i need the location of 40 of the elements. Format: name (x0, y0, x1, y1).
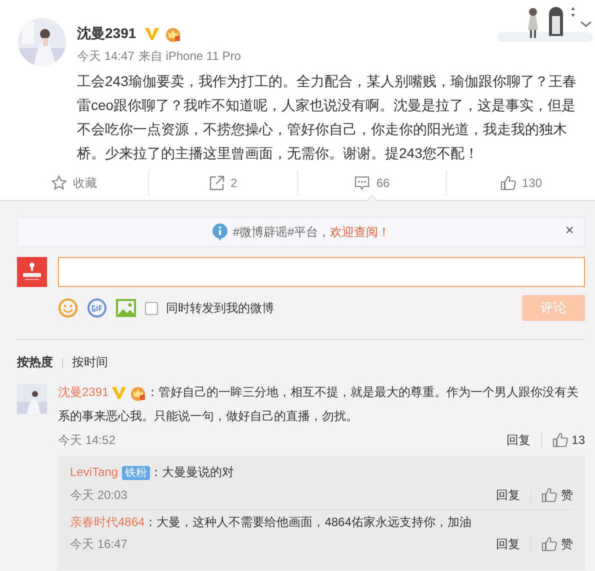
like-icon (552, 432, 568, 448)
smiley-icon (58, 298, 78, 318)
action-tab[interactable]: 66 (298, 166, 446, 200)
action-tab[interactable]: 2 (149, 166, 297, 200)
like-icon (541, 487, 557, 503)
close-button[interactable]: × (565, 222, 574, 240)
star-icon (51, 175, 67, 191)
author-name[interactable]: 沈曼2391 (77, 25, 136, 43)
user-avatar-icon (17, 257, 47, 287)
notice-text: #微博辟谣#平台，欢迎查阅！ (232, 224, 390, 240)
comment-time: 今天 16:47 (70, 536, 128, 552)
comment-time: 今天 20:03 (70, 486, 128, 504)
comment-icon (354, 175, 370, 191)
comment-text: 沈曼2391 ：管好自己的一眸三分地，相互不提，就是最大的尊重。作为一个男人跟你没有关系的事来恶心我。只能说一句，做好自己的直播，勿扰。 (58, 384, 580, 425)
comment-text: 亲春时代4864：大曼，这种人不需要给他画面，4864佑家永远支持你，加油 (70, 514, 472, 531)
share-label[interactable]: 同时转发到我的微博 (166, 300, 274, 316)
image-icon (116, 298, 136, 318)
comment-time: 今天 14:52 (58, 432, 116, 448)
comment-text: LeviTang 铁粉 ：大曼曼说的对 (70, 464, 236, 482)
gif-icon (87, 298, 107, 318)
share-icon (208, 175, 225, 191)
like-count[interactable]: 赞 (561, 536, 573, 552)
post-source[interactable]: 来自 iPhone 11 Pro (138, 48, 241, 65)
reply-link[interactable]: 回复 (496, 536, 520, 552)
sort-tab[interactable]: 按时间 (72, 354, 108, 371)
post-time[interactable]: 今天 14:47 (77, 48, 134, 65)
reply-link[interactable]: 回复 (496, 486, 520, 504)
fan-badge: 铁粉 (122, 466, 150, 480)
post-text: 工会243瑜伽要卖，我作为打工的。全力配合，某人别嘴贱，瑜伽跟你聊了？王春雷ceo跟你聊了？我咋不知道呢，人家也说没有啊。沈曼是拉了，这是事实，但是不会吃你一点资源，不捞您操心，管好你自己，你走你的阳光道，我走我的独木桥。少来拉了的主播这里曾画面，无需你。谢谢。提243您不配！ (77, 72, 578, 163)
like-count[interactable]: 13 (572, 433, 585, 447)
info-icon (212, 223, 228, 241)
share-checkbox[interactable] (145, 302, 158, 314)
thumbs-up-icon (500, 175, 516, 191)
reply-link[interactable]: 回复 (506, 432, 531, 448)
comment-field[interactable] (58, 257, 585, 287)
action-tab[interactable]: 收藏 (0, 166, 148, 200)
like-icon (541, 536, 557, 552)
action-tab[interactable]: 130 (447, 166, 595, 200)
sort-tab[interactable]: 按热度 (17, 354, 53, 371)
like-count[interactable]: 赞 (561, 486, 573, 504)
